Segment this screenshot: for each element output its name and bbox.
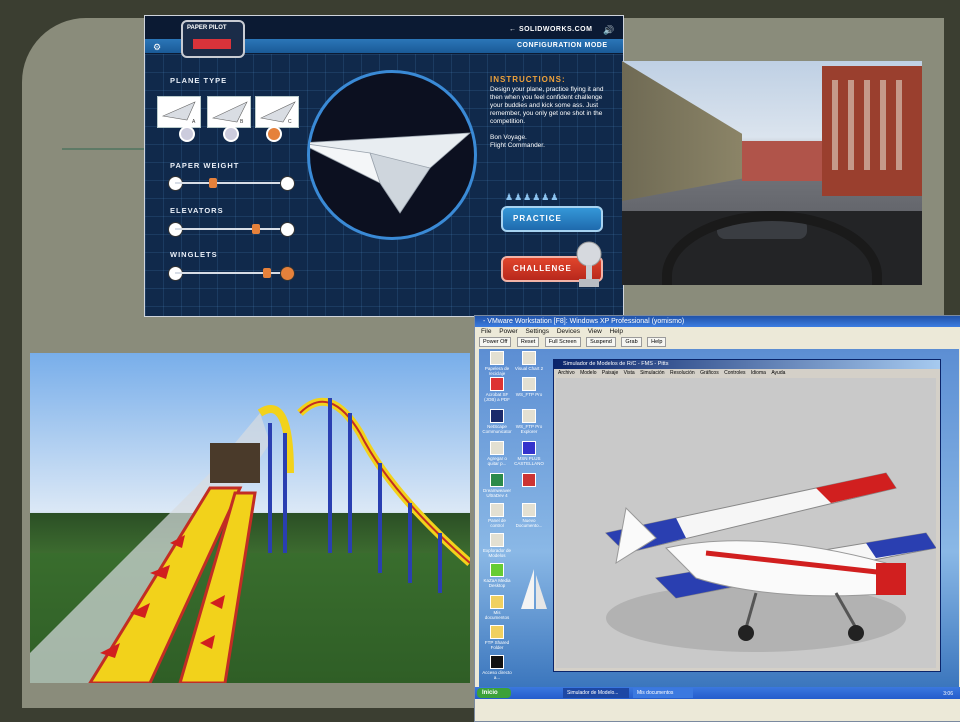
sim-menu-paisaje[interactable]: Paisaje: [602, 370, 618, 376]
menu-view[interactable]: View: [588, 328, 602, 335]
gear-icon[interactable]: ⚙: [153, 42, 161, 53]
logo-sub: [193, 39, 231, 49]
practice-button[interactable]: PRACTICE: [501, 206, 603, 232]
plane-thumb-drawings: A B C: [161, 101, 296, 125]
pilot-silhouettes-icon: ♟♟♟♟♟♟: [505, 192, 560, 202]
plane-a-letter: A: [192, 119, 196, 125]
desktop-icon[interactable]: Agregar o quitar p...: [481, 441, 513, 466]
menu-power[interactable]: Power: [499, 328, 517, 335]
paper-weight-label: PAPER WEIGHT: [170, 161, 240, 170]
plane-radio-a[interactable]: [179, 126, 195, 142]
winglets-max-icon[interactable]: [280, 266, 295, 281]
logo-text: PAPER PILOT: [187, 25, 227, 31]
sim-menu-bar: Archivo Modelo Paisaje Vista Simulación …: [554, 369, 940, 377]
winglets-label: WINGLETS: [170, 250, 218, 259]
start-button[interactable]: Inicio: [477, 688, 511, 698]
plane-preview-circle: [299, 70, 477, 240]
winglets-knob[interactable]: [263, 268, 272, 278]
rollercoaster-screenshot: [30, 353, 470, 683]
sim-menu-idioma[interactable]: Idioma: [751, 370, 766, 376]
desktop-icon[interactable]: Acrobat SF (JOB) a PDF: [481, 377, 513, 402]
sim-title-bar: Simulador de Modelos de R/C - FMS - Pitt…: [554, 360, 940, 369]
paper-pilot-screenshot: ⚙ PAPER PILOT ← SOLIDWORKS.COM 🔊 CONFIGU…: [144, 15, 624, 317]
instructions-body: Design your plane, practice flying it an…: [490, 86, 604, 125]
mode-label: CONFIGURATION MODE: [517, 42, 608, 49]
sim-menu-simulacion[interactable]: Simulación: [640, 370, 664, 376]
desktop-icon[interactable]: Acceso directo a...: [481, 655, 513, 680]
desktop-icon[interactable]: WS_FTP Pro Explorer: [513, 409, 545, 434]
plane-radio-b[interactable]: [223, 126, 239, 142]
instructions-signoff1: Bon Voyage.: [490, 134, 527, 141]
vmware-toolbar: Power Off Reset Full Screen Suspend Grab…: [475, 337, 960, 348]
menu-devices[interactable]: Devices: [557, 328, 580, 335]
grab-button[interactable]: Grab: [621, 337, 642, 347]
elevators-slider[interactable]: [175, 224, 287, 234]
desktop-icon[interactable]: KaZaA Media Desktop: [481, 563, 513, 588]
desktop-icon[interactable]: Visual Chart 2: [513, 351, 545, 371]
suspend-button[interactable]: Suspend: [586, 337, 616, 347]
instructions-panel: INSTRUCTIONS: Design your plane, practic…: [490, 76, 610, 150]
taskbar-item-simulador[interactable]: Simulador de Modelo...: [563, 688, 629, 698]
instructions-heading: INSTRUCTIONS:: [490, 75, 566, 84]
sim-3d-view: [556, 378, 937, 668]
plane-c-letter: C: [288, 119, 292, 125]
full-screen-button[interactable]: Full Screen: [544, 337, 581, 347]
taskbar-item-mis-documentos[interactable]: Mis documentos: [633, 688, 693, 698]
desktop-icon[interactable]: Mis documentos: [481, 595, 513, 620]
biplane-render: [604, 472, 937, 652]
plane-b-letter: B: [240, 119, 244, 125]
desktop-icon[interactable]: Papelera de reciclaje: [481, 351, 513, 376]
paper-plane-preview: [299, 132, 472, 214]
desktop-icon[interactable]: NetScape Communicator: [481, 409, 513, 434]
sim-menu-modelo[interactable]: Modelo: [580, 370, 596, 376]
desktop-icon[interactable]: Panel de control: [481, 503, 513, 528]
right-building: [822, 66, 922, 196]
vmware-status-bar: [475, 699, 960, 721]
accent-line: [62, 148, 152, 150]
menu-settings[interactable]: Settings: [526, 328, 550, 335]
instructions-signoff2: Flight Commander.: [490, 142, 545, 149]
plane-type-label: PLANE TYPE: [170, 76, 228, 85]
vmware-menu-bar: File Power Settings Devices View Help: [475, 327, 960, 337]
desktop-icon[interactable]: [513, 473, 545, 488]
xp-taskbar: Inicio Simulador de Modelo... Mis docume…: [475, 687, 960, 699]
sim-menu-ayuda[interactable]: Ayuda: [771, 370, 785, 376]
desktop-icon[interactable]: Nuevo Documento...: [513, 503, 545, 528]
winglets-slider[interactable]: [175, 268, 287, 278]
desktop-icon[interactable]: Dreamweaver UltraDev 4: [481, 473, 513, 498]
menu-help[interactable]: Help: [610, 328, 623, 335]
coaster-track-drawing: [30, 397, 470, 683]
desktop-icon[interactable]: FTP Shared Folder: [481, 625, 513, 650]
plane-radio-c[interactable]: [266, 126, 282, 142]
paper-pilot-logo: PAPER PILOT: [181, 20, 245, 58]
left-building: [622, 61, 742, 201]
trophy-icon: [576, 241, 602, 287]
elevators-max-icon[interactable]: [280, 222, 295, 237]
sim-menu-archivo[interactable]: Archivo: [558, 370, 575, 376]
speaker-icon[interactable]: 🔊: [603, 25, 614, 36]
power-off-button[interactable]: Power Off: [479, 337, 512, 347]
driving-sim-screenshot: [622, 61, 922, 285]
desktop-icon[interactable]: MSN PLUS CASTELLANO: [513, 441, 545, 466]
desktop-icon[interactable]: WS_FTP Pro: [513, 377, 545, 397]
paper-weight-knob[interactable]: [209, 178, 218, 188]
distant-building: [742, 141, 822, 181]
sim-menu-controles[interactable]: Controles: [724, 370, 745, 376]
elevators-knob[interactable]: [251, 224, 260, 234]
menu-file[interactable]: File: [481, 328, 491, 335]
sim-menu-vista[interactable]: Vista: [624, 370, 635, 376]
vmware-title-bar: - VMware Workstation [F8]: Windows XP Pr…: [475, 316, 960, 327]
paper-weight-slider[interactable]: [175, 178, 287, 188]
rc-simulator-window: Simulador de Modelos de R/C - FMS - Pitt…: [553, 359, 941, 672]
sim-menu-resolucion[interactable]: Resolución: [670, 370, 695, 376]
sailboat-wallpaper: [521, 569, 547, 609]
reset-button[interactable]: Reset: [516, 337, 540, 347]
vmware-screenshot: - VMware Workstation [F8]: Windows XP Pr…: [474, 315, 960, 722]
elevators-label: ELEVATORS: [170, 206, 224, 215]
sim-menu-graficos[interactable]: Gráficos: [700, 370, 719, 376]
help-button[interactable]: Help: [647, 337, 667, 347]
desktop-icon[interactable]: Explorador de Modelos: [481, 533, 513, 558]
paper-weight-max-icon[interactable]: [280, 176, 295, 191]
solidworks-link[interactable]: ← SOLIDWORKS.COM: [509, 26, 592, 33]
